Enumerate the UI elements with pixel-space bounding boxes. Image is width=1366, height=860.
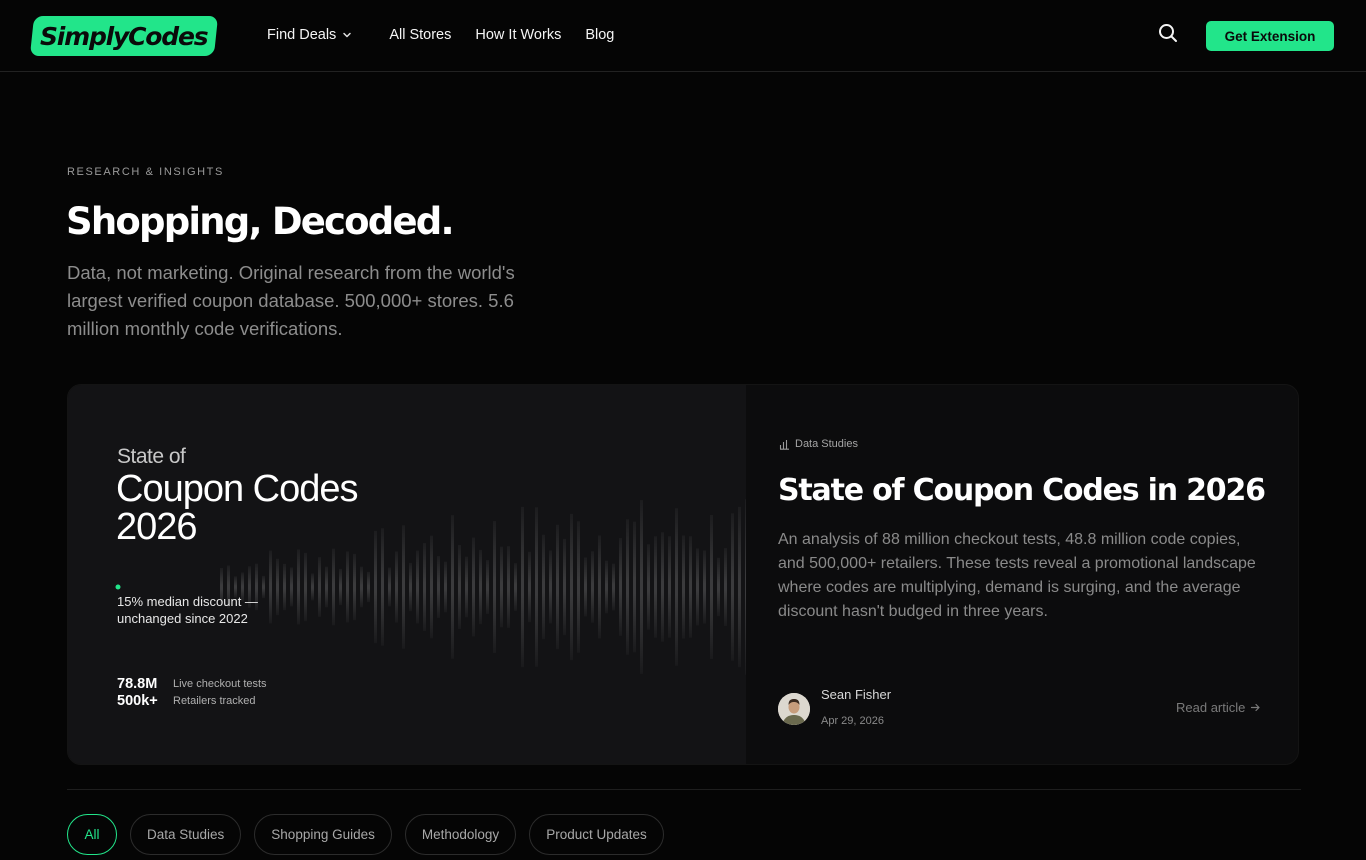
article-title[interactable]: State of Coupon Codes in 2026 — [778, 473, 1266, 508]
chevron-down-icon — [343, 32, 352, 38]
logo-text: SimplyCodes — [40, 21, 208, 51]
read-article-label: Read article — [1176, 700, 1246, 715]
author-avatar — [778, 693, 810, 725]
bar-chart-icon — [779, 439, 789, 450]
author-name[interactable]: Sean Fisher — [821, 687, 891, 702]
category-label: Data Studies — [795, 438, 858, 450]
cover-stat: 500k+ Retailers tracked — [117, 692, 267, 709]
page-title: Shopping, Decoded. — [66, 200, 455, 243]
cover-stat-value: 500k+ — [117, 692, 158, 709]
article-description: An analysis of 88 million checkout tests… — [778, 531, 1256, 620]
nav-all-stores[interactable]: All Stores — [389, 27, 451, 43]
nav-find-deals-label: Find Deals — [267, 27, 337, 43]
filter-shopping-guides[interactable]: Shopping Guides — [254, 814, 392, 855]
category-tag[interactable]: Data Studies — [779, 438, 858, 450]
simplycodes-logo[interactable]: SimplyCodes — [29, 16, 219, 56]
arrow-right-icon — [1251, 703, 1260, 712]
section-divider — [67, 789, 1301, 790]
avatar-image — [778, 693, 810, 725]
get-extension-button[interactable]: Get Extension — [1206, 21, 1334, 51]
cover-stat-label: Retailers tracked — [173, 694, 256, 707]
publish-date: Apr 29, 2026 — [821, 715, 884, 727]
featured-cover-visual: State of Coupon Codes 2026 15% median di… — [68, 385, 746, 764]
nav-how-it-works[interactable]: How It Works — [475, 27, 561, 43]
read-article-link[interactable]: Read article — [1176, 700, 1261, 715]
filter-product-updates[interactable]: Product Updates — [529, 814, 664, 855]
cover-note: 15% median discount — unchanged since 20… — [117, 594, 258, 626]
nav-find-deals[interactable]: Find Deals — [267, 27, 352, 43]
cover-title: Coupon Codes 2026 — [116, 468, 359, 548]
cover-stat-value: 78.8M — [117, 675, 158, 692]
search-icon — [1159, 24, 1177, 42]
filter-all[interactable]: All — [67, 814, 117, 855]
site-header: SimplyCodes Find Deals All Stores How It… — [0, 0, 1366, 72]
category-filters: All Data Studies Shopping Guides Methodo… — [67, 814, 677, 855]
filter-methodology[interactable]: Methodology — [404, 814, 517, 855]
page-subtitle: Data, not marketing. Original research f… — [67, 262, 515, 339]
main-nav: Find Deals All Stores How It Works Blog — [267, 27, 638, 43]
section-eyebrow: RESEARCH & INSIGHTS — [67, 166, 224, 178]
median-line-dot — [115, 584, 121, 590]
cover-stat-label: Live checkout tests — [173, 677, 267, 690]
cover-stat: 78.8M Live checkout tests — [117, 675, 267, 692]
featured-card-body: Data Studies State of Coupon Codes in 20… — [746, 385, 1298, 764]
search-button[interactable] — [1157, 22, 1179, 44]
cover-kicker: State of — [117, 445, 186, 468]
featured-article-card[interactable]: State of Coupon Codes 2026 15% median di… — [67, 384, 1299, 765]
nav-blog[interactable]: Blog — [585, 27, 614, 43]
cover-stats: 78.8M Live checkout tests 500k+ Retailer… — [117, 675, 267, 709]
filter-data-studies[interactable]: Data Studies — [130, 814, 242, 855]
